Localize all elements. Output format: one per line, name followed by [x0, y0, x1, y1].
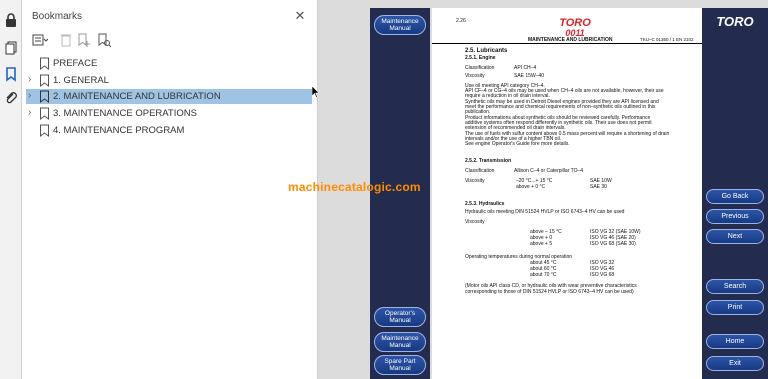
watermark-text: machinecatalogic.com	[288, 180, 421, 194]
bookmark-flag-icon	[39, 107, 50, 120]
bookmark-flag-icon	[39, 124, 50, 137]
bookmark-flag-icon	[39, 57, 50, 70]
spare-part-manual-button[interactable]: Spare Part Manual	[374, 355, 426, 375]
exit-button[interactable]: Exit	[706, 356, 764, 371]
bookmark-item-general[interactable]: › 1. GENERAL	[26, 73, 312, 88]
options-menu-icon[interactable]	[32, 32, 49, 48]
paragraph-line: Hydraulic oils meeting DIN 51524 HVLP or…	[465, 209, 625, 215]
page-header: 2.26 TORO 0011 MAINTENANCE AND LUBRICATI…	[432, 8, 702, 44]
heading-lubricants: 2.5. Lubricants	[465, 48, 508, 54]
toro-logo: TORO 0011	[559, 17, 591, 38]
operators-manual-button[interactable]: Operator's Manual	[374, 307, 426, 327]
value: above + 5	[530, 241, 553, 247]
bookmarks-toolbar	[28, 30, 148, 50]
bookmarks-panel: Bookmarks ✕ PREFACE › 1. GENERAL › 2. MA…	[22, 0, 320, 379]
label: Viscosity	[465, 178, 485, 184]
close-icon[interactable]: ✕	[293, 8, 307, 24]
chevron-right-icon[interactable]: ›	[28, 74, 38, 85]
section-header: MAINTENANCE AND LUBRICATION	[528, 37, 613, 43]
pages-icon[interactable]	[3, 40, 19, 56]
new-bookmark-icon[interactable]	[76, 32, 92, 48]
label: Viscosity	[465, 73, 485, 79]
bookmark-label: 2. MAINTENANCE AND LUBRICATION	[53, 91, 221, 102]
paperclip-icon[interactable]	[3, 90, 19, 106]
pdf-reader-window: Bookmarks ✕ PREFACE › 1. GENERAL › 2. MA…	[0, 0, 768, 379]
label: Classification	[465, 168, 495, 174]
chevron-right-icon[interactable]: ›	[28, 90, 38, 101]
value: ISO VG 68 (SAE 30)	[590, 241, 636, 247]
label: Viscosity	[465, 219, 485, 225]
bookmark-flag-icon	[39, 90, 50, 103]
page-number: 2.26	[456, 18, 466, 24]
bookmarks-title: Bookmarks	[32, 11, 83, 22]
lock-icon[interactable]	[3, 12, 19, 28]
value: Allison C–4 or Caterpillar TO–4	[514, 168, 584, 174]
paragraph-line: corresponding to those of DIN 51524 HVLP…	[465, 289, 634, 295]
paragraph-line: See engine Operator's Guide fore more de…	[465, 141, 570, 147]
heading-engine: 2.5.1. Engine	[465, 55, 496, 61]
manual-nav-right: TORO Go Back Previous Next Search Print …	[702, 8, 768, 379]
value: SAE 15W–40	[514, 73, 545, 79]
bookmark-item-maintenance-lubrication[interactable]: › 2. MAINTENANCE AND LUBRICATION	[26, 89, 312, 104]
previous-button[interactable]: Previous	[706, 209, 764, 224]
paragraph-line: meet the performance and chemical requir…	[465, 104, 656, 110]
chevron-right-icon[interactable]: ›	[28, 107, 38, 118]
bookmark-item-preface[interactable]: PREFACE	[26, 56, 312, 71]
maintenance-manual-button-2[interactable]: Maintenance Manual	[374, 332, 426, 352]
value: API CH–4	[514, 65, 537, 71]
bookmark-item-maintenance-operations[interactable]: › 3. MAINTENANCE OPERATIONS	[26, 106, 312, 121]
bookmark-flag-icon	[39, 74, 50, 87]
toro-logo-nav: TORO	[716, 14, 753, 29]
search-button[interactable]: Search	[706, 279, 764, 294]
value: above + 0 °C	[516, 184, 546, 190]
svg-text:TORO: TORO	[716, 14, 753, 29]
bookmark-item-maintenance-program[interactable]: 4. MAINTENANCE PROGRAM	[26, 123, 312, 138]
go-back-button[interactable]: Go Back	[706, 189, 764, 204]
bookmark-label: 3. MAINTENANCE OPERATIONS	[53, 108, 197, 119]
value: ISO VG 68	[590, 272, 615, 278]
maintenance-manual-button[interactable]: Maintenance Manual	[374, 15, 426, 35]
print-button[interactable]: Print	[706, 300, 764, 315]
delete-icon[interactable]	[58, 32, 74, 48]
value: SAE 30	[590, 184, 607, 190]
document-page: 2.26 TORO 0011 MAINTENANCE AND LUBRICATI…	[432, 8, 702, 379]
bookmark-label: 4. MAINTENANCE PROGRAM	[53, 125, 185, 136]
tool-rail	[0, 0, 22, 379]
heading-hydraulics: 2.5.3. Hydraulics	[465, 201, 505, 207]
next-button[interactable]: Next	[706, 229, 764, 244]
home-button[interactable]: Home	[706, 334, 764, 349]
bookmark-label: PREFACE	[53, 58, 98, 69]
bookmark-label: 1. GENERAL	[53, 75, 109, 86]
value: about 70 °C	[530, 272, 557, 278]
bookmark-icon[interactable]	[3, 66, 19, 82]
doc-code: TKU–C 01360 / 1 EN 2102	[640, 37, 694, 42]
find-bookmark-icon[interactable]	[96, 32, 112, 48]
heading-transmission: 2.5.2. Transmission	[465, 158, 512, 164]
label: Classification	[465, 65, 495, 71]
